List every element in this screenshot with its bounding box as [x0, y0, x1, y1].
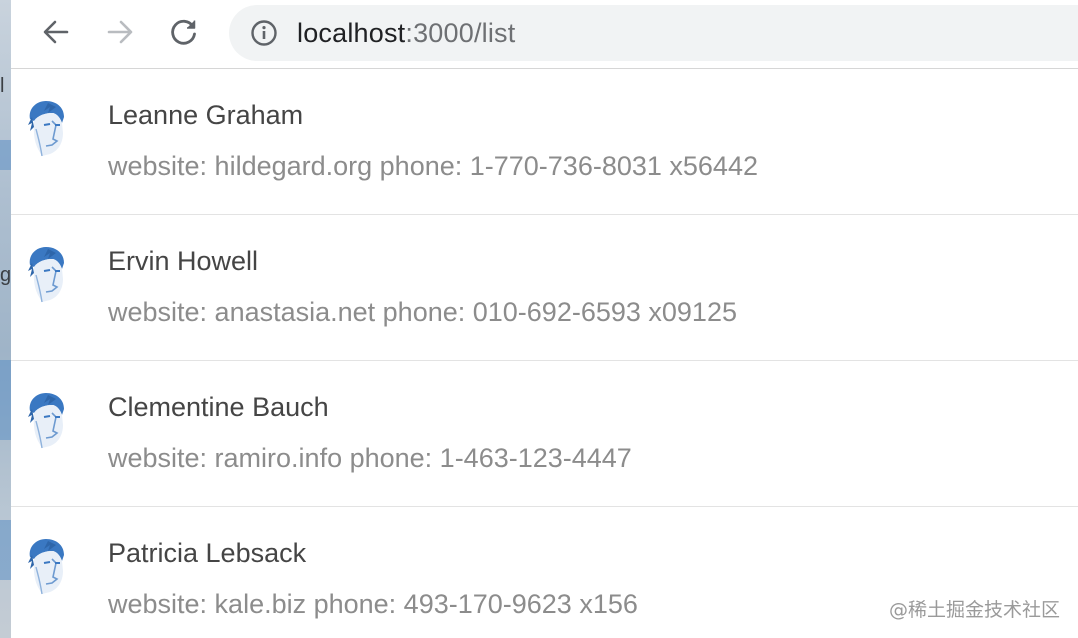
browser-window: l g localhost:3000/list Leanne Graham we… — [0, 0, 1078, 638]
edge-glyph: l — [0, 75, 5, 97]
address-bar[interactable]: localhost:3000/list — [229, 5, 1078, 61]
avatar — [22, 391, 68, 449]
arrow-left-icon — [43, 20, 69, 44]
forward-button[interactable] — [102, 14, 138, 50]
edge-fragment — [0, 360, 11, 440]
list-item[interactable]: Ervin Howell website: anastasia.net phone… — [11, 215, 1078, 361]
avatar-face-icon — [28, 247, 64, 303]
url-path: :3000/list — [405, 17, 516, 48]
site-info-button[interactable] — [249, 18, 279, 48]
list-item-description: website: kale.biz phone: 493-170-9623 x1… — [108, 589, 638, 619]
list-item-name: Leanne Graham — [108, 100, 304, 130]
avatar-face-icon — [28, 393, 64, 449]
avatar-face-icon — [28, 101, 64, 157]
url-host: localhost — [297, 17, 406, 48]
list-item[interactable]: Clementine Bauch website: ramiro.info pho… — [11, 361, 1078, 507]
reload-button[interactable] — [166, 14, 202, 50]
avatar — [22, 245, 68, 303]
info-circle-icon — [251, 20, 277, 46]
edge-fragment — [0, 140, 11, 170]
url-text[interactable]: localhost:3000/list — [297, 18, 515, 49]
arrow-right-icon — [107, 20, 133, 44]
list-item-description: website: anastasia.net phone: 010-692-65… — [108, 297, 737, 327]
list-item[interactable]: Leanne Graham website: hildegard.org phon… — [11, 69, 1078, 215]
list-item-description: website: hildegard.org phone: 1-770-736-… — [108, 151, 758, 181]
user-list: Leanne Graham website: hildegard.org phon… — [11, 69, 1078, 638]
background-window-edge: l g — [0, 0, 11, 638]
list-item-name: Clementine Bauch — [108, 392, 329, 422]
avatar — [22, 537, 68, 595]
reload-icon — [171, 19, 196, 45]
edge-glyph: g — [0, 264, 12, 286]
list-item-name: Patricia Lebsack — [108, 538, 307, 568]
edge-fragment — [0, 520, 11, 580]
list-item-name: Ervin Howell — [108, 246, 259, 276]
avatar-face-icon — [28, 539, 64, 595]
back-button[interactable] — [38, 14, 74, 50]
watermark: @稀土掘金技术社区 — [888, 599, 1060, 621]
avatar — [22, 99, 68, 157]
list-item-description: website: ramiro.info phone: 1-463-123-44… — [108, 443, 632, 473]
browser-toolbar: localhost:3000/list — [11, 0, 1078, 69]
